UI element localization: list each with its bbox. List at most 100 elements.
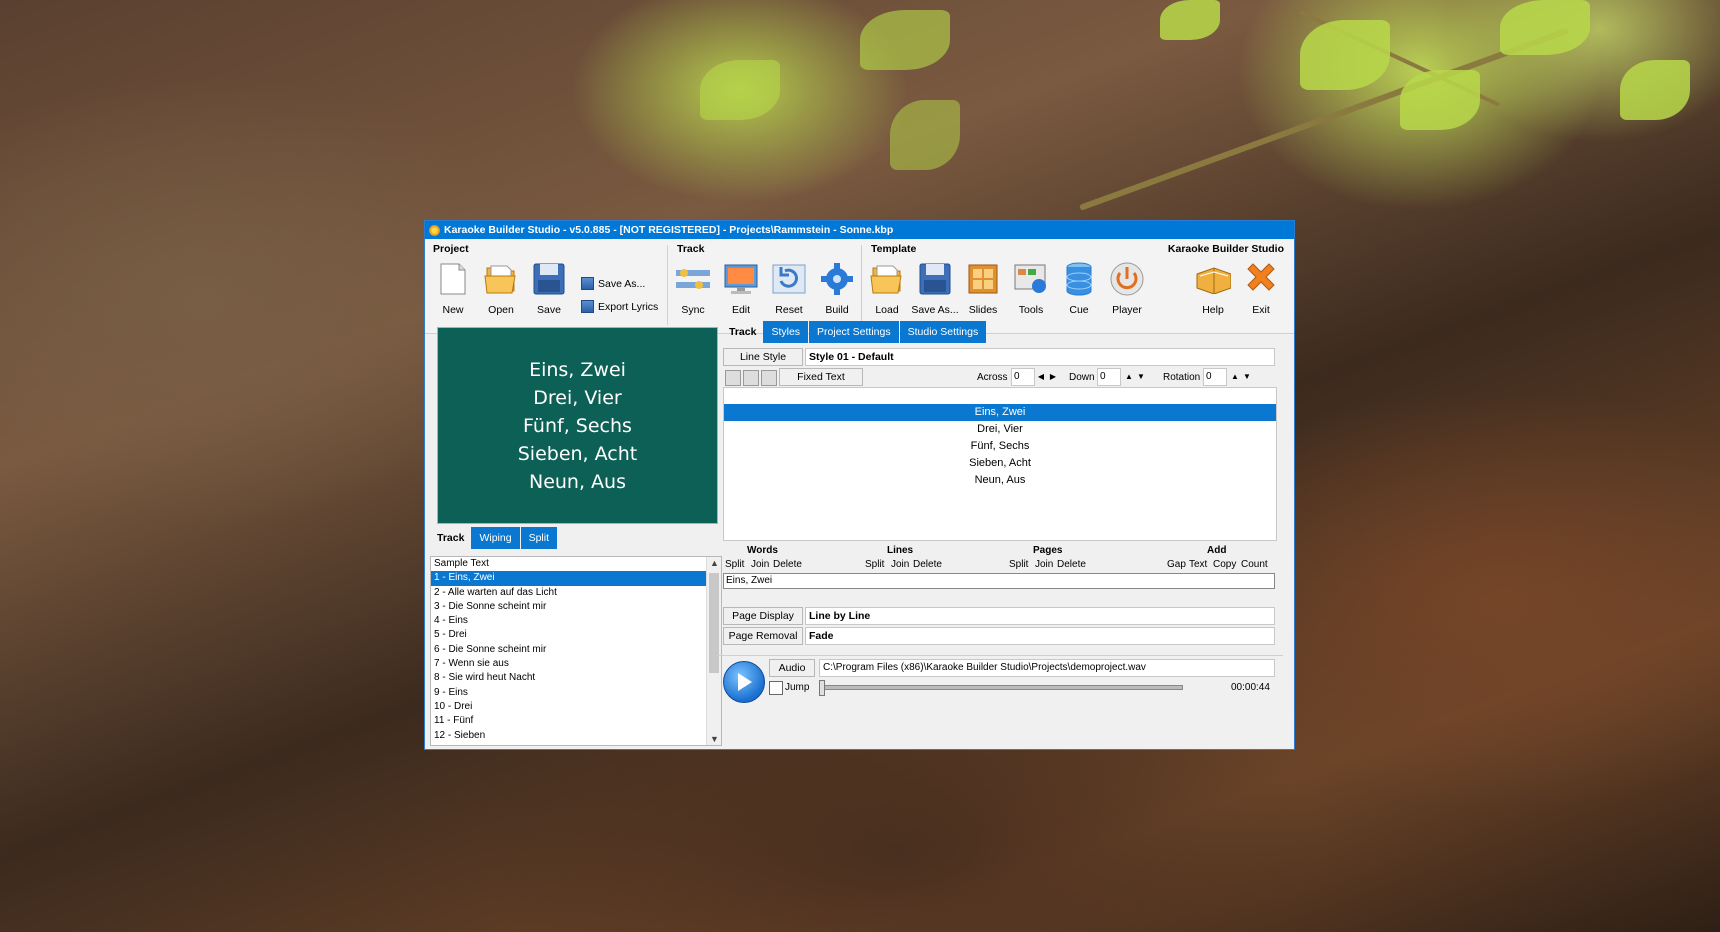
- close-icon: [1243, 261, 1279, 297]
- export-lyrics-button[interactable]: Export Lyrics: [581, 300, 658, 313]
- exit-button[interactable]: Exit: [1239, 261, 1283, 316]
- title-bar[interactable]: Karaoke Builder Studio - v5.0.885 - [NOT…: [425, 221, 1294, 239]
- audio-time: 00:00:44: [1231, 682, 1270, 693]
- cue-button[interactable]: Cue: [1057, 261, 1101, 316]
- help-button[interactable]: Help: [1191, 261, 1235, 316]
- lines-join-button[interactable]: Join: [891, 559, 909, 570]
- pages-split-button[interactable]: Split: [1009, 559, 1028, 570]
- pages-join-button[interactable]: Join: [1035, 559, 1053, 570]
- scrollbar-thumb[interactable]: [709, 573, 719, 673]
- line-style-button[interactable]: Line Style: [723, 348, 803, 366]
- tab-wiping[interactable]: Wiping: [471, 527, 520, 549]
- player-button[interactable]: Player: [1105, 261, 1149, 316]
- list-item[interactable]: Sample Text: [431, 557, 721, 571]
- line-item[interactable]: Drei, Vier: [724, 421, 1276, 438]
- list-item[interactable]: 12 - Sieben: [431, 729, 721, 743]
- align-center-icon[interactable]: [743, 370, 759, 386]
- page-display-value[interactable]: Line by Line: [805, 607, 1275, 625]
- tools-label: Tools: [1018, 304, 1044, 316]
- audio-seek-slider[interactable]: [821, 685, 1183, 690]
- add-copy-button[interactable]: Copy: [1213, 559, 1236, 570]
- list-item[interactable]: 7 - Wenn sie aus: [431, 657, 721, 671]
- tab-styles[interactable]: Styles: [763, 321, 809, 343]
- gear-icon: [819, 261, 855, 297]
- add-gap-button[interactable]: Gap: [1167, 559, 1186, 570]
- list-item-selected[interactable]: 1 - Eins, Zwei: [431, 571, 707, 586]
- list-item[interactable]: 6 - Die Sonne scheint mir: [431, 643, 721, 657]
- line-item-selected[interactable]: Eins, Zwei: [724, 404, 1276, 421]
- list-item[interactable]: 5 - Drei: [431, 628, 721, 642]
- reset-button[interactable]: Reset: [767, 261, 811, 316]
- align-right-icon[interactable]: [761, 370, 777, 386]
- tools-button[interactable]: Tools: [1009, 261, 1053, 316]
- slides-button[interactable]: Slides: [961, 261, 1005, 316]
- words-join-button[interactable]: Join: [751, 559, 769, 570]
- audio-path-field[interactable]: C:\Program Files (x86)\Karaoke Builder S…: [819, 659, 1275, 677]
- words-delete-button[interactable]: Delete: [773, 559, 802, 570]
- lines-split-button[interactable]: Split: [865, 559, 884, 570]
- new-button[interactable]: New: [431, 261, 475, 316]
- arrow-up-icon[interactable]: ▲: [1229, 370, 1241, 384]
- list-item[interactable]: 2 - Alle warten auf das Licht: [431, 586, 721, 600]
- track-list[interactable]: Sample Text 1 - Eins, Zwei 2 - Alle wart…: [430, 556, 722, 746]
- sync-button[interactable]: Sync: [671, 261, 715, 316]
- rotation-stepper[interactable]: ▲ ▼: [1229, 370, 1253, 384]
- add-text-button[interactable]: Text: [1189, 559, 1207, 570]
- tab-project-settings[interactable]: Project Settings: [809, 321, 899, 343]
- lines-delete-button[interactable]: Delete: [913, 559, 942, 570]
- preview-line: Drei, Vier: [533, 386, 622, 409]
- line-item[interactable]: Neun, Aus: [724, 472, 1276, 489]
- down-label: Down: [1069, 372, 1095, 383]
- list-item[interactable]: 11 - Fünf: [431, 714, 721, 728]
- word-edit-field[interactable]: Eins, Zwei: [723, 573, 1275, 589]
- line-item[interactable]: Sieben, Acht: [724, 455, 1276, 472]
- arrow-right-icon[interactable]: ▶: [1047, 370, 1059, 384]
- save-as-button[interactable]: Save As...: [581, 277, 645, 290]
- list-item[interactable]: 4 - Eins: [431, 614, 721, 628]
- tab-track[interactable]: Track: [723, 326, 762, 338]
- page-removal-value[interactable]: Fade: [805, 627, 1275, 645]
- arrow-down-icon[interactable]: ▼: [1241, 370, 1253, 384]
- fixed-text-button[interactable]: Fixed Text: [779, 368, 863, 386]
- preview-line: Neun, Aus: [528, 470, 626, 493]
- save-template-button[interactable]: Save As...: [911, 261, 959, 316]
- lyrics-lines-list[interactable]: Eins, Zwei Drei, Vier Fünf, Sechs Sieben…: [723, 387, 1277, 541]
- build-button[interactable]: Build: [815, 261, 859, 316]
- line-style-value[interactable]: Style 01 - Default: [805, 348, 1275, 366]
- load-template-button[interactable]: Load: [865, 261, 909, 316]
- list-item[interactable]: 10 - Drei: [431, 700, 721, 714]
- jump-checkbox[interactable]: [769, 681, 783, 695]
- words-split-button[interactable]: Split: [725, 559, 744, 570]
- save-button[interactable]: Save: [527, 261, 571, 316]
- slides-label: Slides: [968, 304, 998, 316]
- play-button[interactable]: [723, 661, 765, 703]
- seek-handle[interactable]: [819, 680, 825, 696]
- list-item[interactable]: 9 - Eins: [431, 686, 721, 700]
- across-input[interactable]: 0: [1011, 368, 1035, 386]
- open-button[interactable]: Open: [479, 261, 523, 316]
- list-item[interactable]: 3 - Die Sonne scheint mir: [431, 600, 721, 614]
- arrow-up-icon[interactable]: ▲: [1123, 370, 1135, 384]
- tab-split[interactable]: Split: [520, 527, 557, 549]
- arrow-left-icon[interactable]: ◀: [1035, 370, 1047, 384]
- rotation-input[interactable]: 0: [1203, 368, 1227, 386]
- list-scrollbar[interactable]: ▲ ▼: [706, 557, 721, 745]
- down-input[interactable]: 0: [1097, 368, 1121, 386]
- list-item[interactable]: 8 - Sie wird heut Nacht: [431, 671, 721, 685]
- tab-studio-settings[interactable]: Studio Settings: [899, 321, 987, 343]
- down-stepper[interactable]: ▲ ▼: [1123, 370, 1147, 384]
- page-display-button[interactable]: Page Display: [723, 607, 803, 625]
- tab-track[interactable]: Track: [431, 532, 470, 544]
- edit-button[interactable]: Edit: [719, 261, 763, 316]
- pages-delete-button[interactable]: Delete: [1057, 559, 1086, 570]
- scroll-up-icon[interactable]: ▲: [710, 558, 719, 568]
- monitor-edit-icon: [723, 261, 759, 297]
- across-stepper[interactable]: ◀ ▶: [1035, 370, 1059, 384]
- scroll-down-icon[interactable]: ▼: [710, 734, 719, 744]
- page-removal-button[interactable]: Page Removal: [723, 627, 803, 645]
- arrow-down-icon[interactable]: ▼: [1135, 370, 1147, 384]
- line-item[interactable]: Fünf, Sechs: [724, 438, 1276, 455]
- add-count-button[interactable]: Count: [1241, 559, 1268, 570]
- align-left-icon[interactable]: [725, 370, 741, 386]
- audio-button[interactable]: Audio: [769, 659, 815, 677]
